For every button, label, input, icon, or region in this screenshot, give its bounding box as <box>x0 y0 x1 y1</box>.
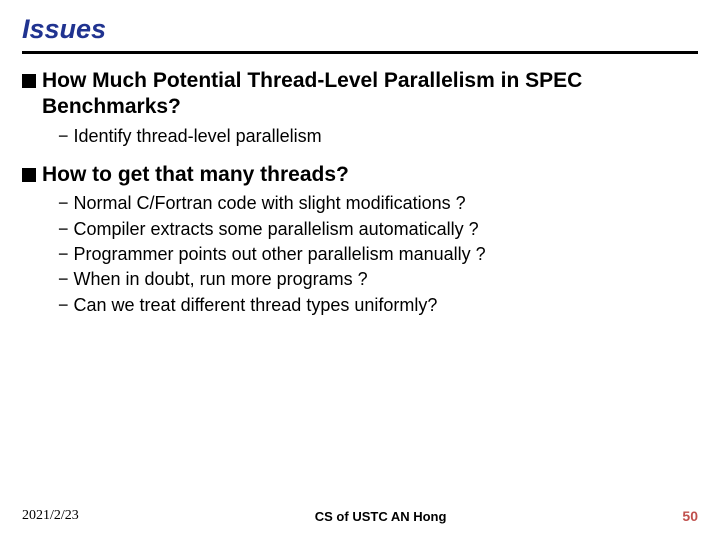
bullet-1-text: How Much Potential Thread-Level Parallel… <box>42 68 698 121</box>
footer-date: 2021/2/23 <box>22 508 79 524</box>
title-rule <box>22 51 698 54</box>
sub-item: − Compiler extracts some parallelism aut… <box>58 218 698 241</box>
dash-icon: − <box>58 192 69 215</box>
bullet-1-sub: − Identify thread-level parallelism <box>58 125 698 148</box>
dash-icon: − <box>58 243 69 266</box>
bullet-2: How to get that many threads? <box>22 162 698 188</box>
sub-item-text: Programmer points out other parallelism … <box>74 243 486 266</box>
dash-icon: − <box>58 268 69 291</box>
footer-course: CS of USTC AN Hong <box>79 509 683 524</box>
footer-page-number: 50 <box>682 508 698 524</box>
sub-item-text: When in doubt, run more programs ? <box>74 268 368 291</box>
slide-footer: 2021/2/23 CS of USTC AN Hong 50 <box>0 508 720 524</box>
bullet-2-text: How to get that many threads? <box>42 162 349 188</box>
sub-item-text: Can we treat different thread types unif… <box>74 294 438 317</box>
slide-title: Issues <box>22 14 698 45</box>
square-bullet-icon <box>22 74 36 88</box>
sub-item-text: Normal C/Fortran code with slight modifi… <box>74 192 466 215</box>
sub-item: − Programmer points out other parallelis… <box>58 243 698 266</box>
slide-content: How Much Potential Thread-Level Parallel… <box>22 68 698 317</box>
sub-item-text: Identify thread-level parallelism <box>74 125 322 148</box>
sub-item: − Normal C/Fortran code with slight modi… <box>58 192 698 215</box>
bullet-2-sub: − Normal C/Fortran code with slight modi… <box>58 192 698 317</box>
square-bullet-icon <box>22 168 36 182</box>
dash-icon: − <box>58 294 69 317</box>
sub-item-text: Compiler extracts some parallelism autom… <box>74 218 479 241</box>
sub-item: − Identify thread-level parallelism <box>58 125 698 148</box>
sub-item: − Can we treat different thread types un… <box>58 294 698 317</box>
sub-item: − When in doubt, run more programs ? <box>58 268 698 291</box>
bullet-1: How Much Potential Thread-Level Parallel… <box>22 68 698 121</box>
slide: Issues How Much Potential Thread-Level P… <box>0 0 720 540</box>
dash-icon: − <box>58 218 69 241</box>
dash-icon: − <box>58 125 69 148</box>
